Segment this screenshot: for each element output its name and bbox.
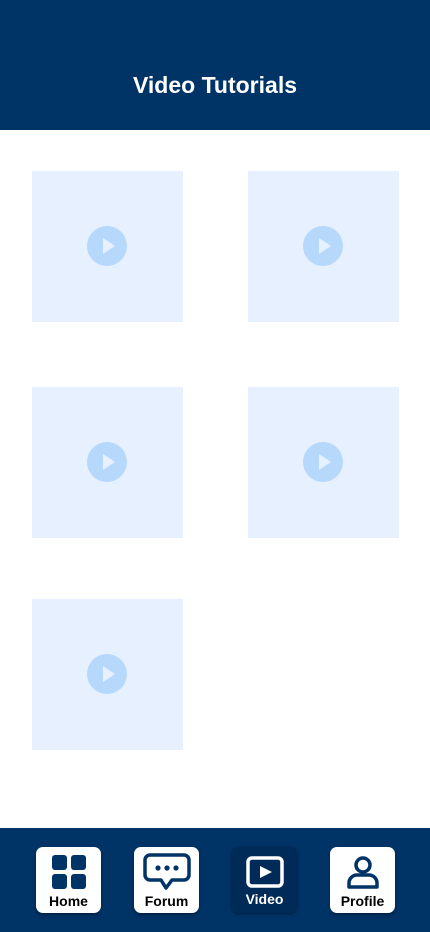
- app-header: Video Tutorials: [0, 0, 430, 130]
- play-icon: [303, 442, 343, 482]
- page-title: Video Tutorials: [132, 72, 297, 98]
- chat-bubble-icon: [134, 853, 199, 891]
- nav-forum-button[interactable]: Forum: [134, 847, 199, 913]
- video-thumbnail-2[interactable]: [248, 171, 399, 322]
- play-icon: [87, 442, 127, 482]
- nav-video-label: Video: [245, 891, 284, 907]
- video-thumbnail-3[interactable]: [32, 387, 183, 538]
- nav-home-button[interactable]: Home: [36, 847, 101, 913]
- video-thumbnail-1[interactable]: [32, 171, 183, 322]
- video-thumbnail-5[interactable]: [32, 599, 183, 750]
- play-icon: [87, 654, 127, 694]
- play-icon: [87, 226, 127, 266]
- play-icon: [303, 226, 343, 266]
- grid-icon: [36, 853, 101, 891]
- video-thumbnail-4[interactable]: [248, 387, 399, 538]
- nav-profile-button[interactable]: Profile: [330, 847, 395, 913]
- user-icon: [330, 853, 395, 891]
- nav-forum-label: Forum: [144, 893, 189, 909]
- bottom-navigation: Home Forum Video Profile: [0, 828, 430, 932]
- nav-profile-label: Profile: [340, 893, 385, 909]
- nav-home-label: Home: [49, 893, 88, 909]
- video-play-icon: [232, 853, 297, 891]
- nav-video-button[interactable]: Video: [232, 847, 297, 913]
